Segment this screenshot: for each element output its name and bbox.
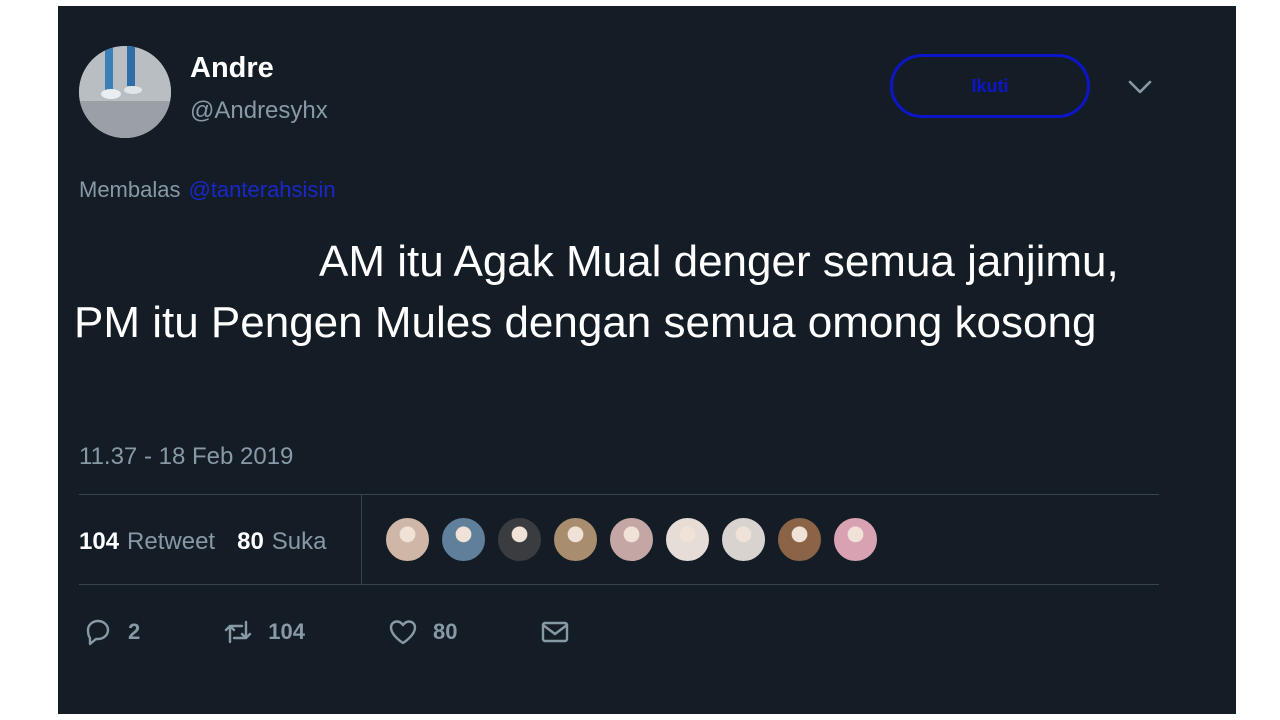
tweet-text-body: AM itu Agak Mual denger semua janjimu, P…: [74, 237, 1119, 347]
retweet-stat-label: Retweet: [127, 528, 216, 555]
retweet-button[interactable]: 104: [222, 616, 305, 648]
liker-avatar[interactable]: [832, 516, 879, 563]
message-button[interactable]: [539, 616, 571, 648]
tweet-actions: 2 104 80: [82, 616, 653, 648]
retweet-count: 104: [268, 619, 305, 644]
tweet-stats: 104 Retweet 80 Suka: [79, 528, 327, 556]
liker-avatar[interactable]: [384, 516, 431, 563]
mail-icon: [542, 621, 569, 643]
chevron-down-icon[interactable]: [1128, 78, 1152, 96]
user-handle[interactable]: @Andresyhx: [190, 97, 328, 125]
tweet-card: Andre @Andresyhx Ikuti Membalas @tanterah…: [58, 6, 1236, 714]
liker-avatar[interactable]: [776, 516, 823, 563]
reply-mention-link[interactable]: @tanterahsisin: [188, 177, 335, 202]
tweet-timestamp[interactable]: 11.37 - 18 Feb 2019: [79, 443, 293, 471]
like-stat[interactable]: 80 Suka: [237, 528, 326, 556]
liker-avatar[interactable]: [664, 516, 711, 563]
like-button[interactable]: 80: [387, 616, 457, 648]
retweet-icon: [225, 620, 252, 644]
follow-button[interactable]: Ikuti: [890, 54, 1090, 118]
divider: [79, 584, 1159, 585]
like-stat-label: Suka: [271, 528, 327, 555]
reply-count: 2: [128, 619, 141, 644]
reply-button[interactable]: 2: [82, 616, 140, 648]
liker-avatar[interactable]: [552, 516, 599, 563]
liker-avatar[interactable]: [440, 516, 487, 563]
user-name[interactable]: Andre: [190, 52, 274, 85]
stats-separator: [361, 494, 362, 584]
tweet-text: AM itu Agak Mual denger semua janjimu, P…: [74, 231, 1174, 353]
retweet-stat[interactable]: 104 Retweet: [79, 528, 215, 556]
reply-icon: [86, 619, 110, 646]
liker-avatar[interactable]: [720, 516, 767, 563]
liker-avatar[interactable]: [608, 516, 655, 563]
liker-avatars: [384, 516, 879, 563]
follow-button-label: Ikuti: [971, 75, 1009, 96]
like-stat-count: 80: [237, 528, 264, 555]
like-count: 80: [432, 619, 458, 644]
reply-context: Membalas @tanterahsisin: [79, 177, 336, 203]
heart-icon: [389, 620, 417, 645]
avatar[interactable]: [79, 46, 171, 138]
divider: [79, 494, 1159, 495]
liker-avatar[interactable]: [496, 516, 543, 563]
retweet-stat-count: 104: [79, 528, 120, 555]
reply-prefix: Membalas: [79, 177, 181, 202]
